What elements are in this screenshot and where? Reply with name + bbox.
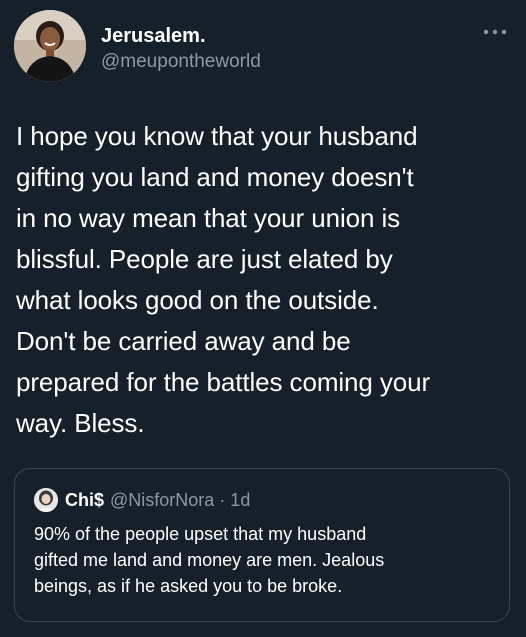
more-horizontal-icon xyxy=(483,29,507,35)
tweet-text: I hope you know that your husband giftin… xyxy=(16,121,431,438)
quoted-header: Chi$ @NisforNora · 1d xyxy=(65,488,250,512)
quoted-author-avatar[interactable] xyxy=(34,488,58,512)
profile-photo-icon xyxy=(34,488,58,512)
quoted-tweet-text: 90% of the people upset that my husband … xyxy=(34,524,385,596)
tweet: Jerusalem. @meupontheworld I hope you kn… xyxy=(0,0,526,637)
quoted-tweet[interactable]: Chi$ @NisforNora · 1d 90% of the people … xyxy=(14,468,510,622)
author-avatar[interactable] xyxy=(14,10,86,82)
more-options-button[interactable] xyxy=(478,22,512,42)
author-handle[interactable]: @meupontheworld xyxy=(101,50,261,74)
quoted-author-meta[interactable]: @NisforNora · 1d xyxy=(110,490,250,511)
author-name[interactable]: Jerusalem. xyxy=(101,24,206,48)
profile-photo-icon xyxy=(14,10,86,82)
quoted-author-name[interactable]: Chi$ xyxy=(65,490,104,511)
